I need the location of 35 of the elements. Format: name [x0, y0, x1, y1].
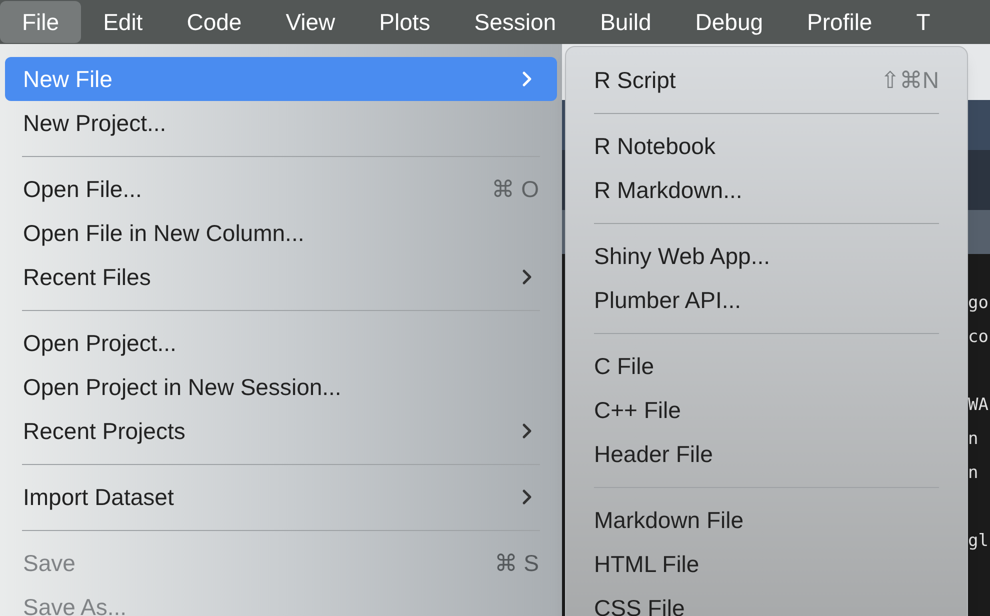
menu-item[interactable]: HTML File [566, 542, 967, 586]
menu-item[interactable]: C File [566, 344, 967, 388]
menu-bar-item[interactable]: Debug [673, 1, 786, 43]
menu-item[interactable]: Open File... ⌘ O [5, 167, 557, 211]
menu-item[interactable]: R Script ⇧⌘N [566, 58, 967, 102]
menu-bar-item[interactable]: Session [452, 1, 578, 43]
menu-item[interactable]: R Markdown... [566, 168, 967, 212]
code-line: n [968, 462, 980, 485]
menu-bar-item[interactable]: View [264, 1, 358, 43]
menu-item[interactable]: Open File in New Column... [5, 211, 557, 255]
menu-bar-item[interactable]: Build [578, 1, 674, 43]
menu-bar-item[interactable]: Plots [357, 1, 452, 43]
menu-item[interactable]: Open Project in New Session... [5, 365, 557, 409]
menu-bar-item[interactable]: File [0, 1, 82, 43]
menu-item[interactable]: C++ File [566, 388, 967, 432]
menu-item[interactable]: Import Dataset [5, 475, 557, 519]
code-line: n [968, 428, 980, 451]
menu-item[interactable]: R Notebook [566, 124, 967, 168]
menu-item[interactable]: Recent Files [5, 255, 557, 299]
menu-item[interactable]: Plumber API... [566, 278, 967, 322]
code-line: co [968, 326, 990, 349]
code-line: gl [968, 530, 990, 553]
code-line: WA [968, 394, 990, 417]
menu-bar-item[interactable]: Profile [785, 1, 894, 43]
menu-item[interactable]: Open Project... [5, 321, 557, 365]
menu-item[interactable]: Markdown File [566, 498, 967, 542]
menu-item[interactable]: Recent Projects [5, 409, 557, 453]
menu-item[interactable]: New Project... [5, 101, 557, 145]
menu-bar-item[interactable]: Code [164, 1, 264, 43]
menu-bar-item[interactable]: T [894, 1, 952, 43]
menu-bar-item[interactable]: Edit [81, 1, 165, 43]
code-line: go [968, 292, 990, 315]
menu-item[interactable]: Header File [566, 432, 967, 476]
menu-item[interactable]: Shiny Web App... [566, 234, 967, 278]
menu-item[interactable]: CSS File [566, 586, 967, 616]
